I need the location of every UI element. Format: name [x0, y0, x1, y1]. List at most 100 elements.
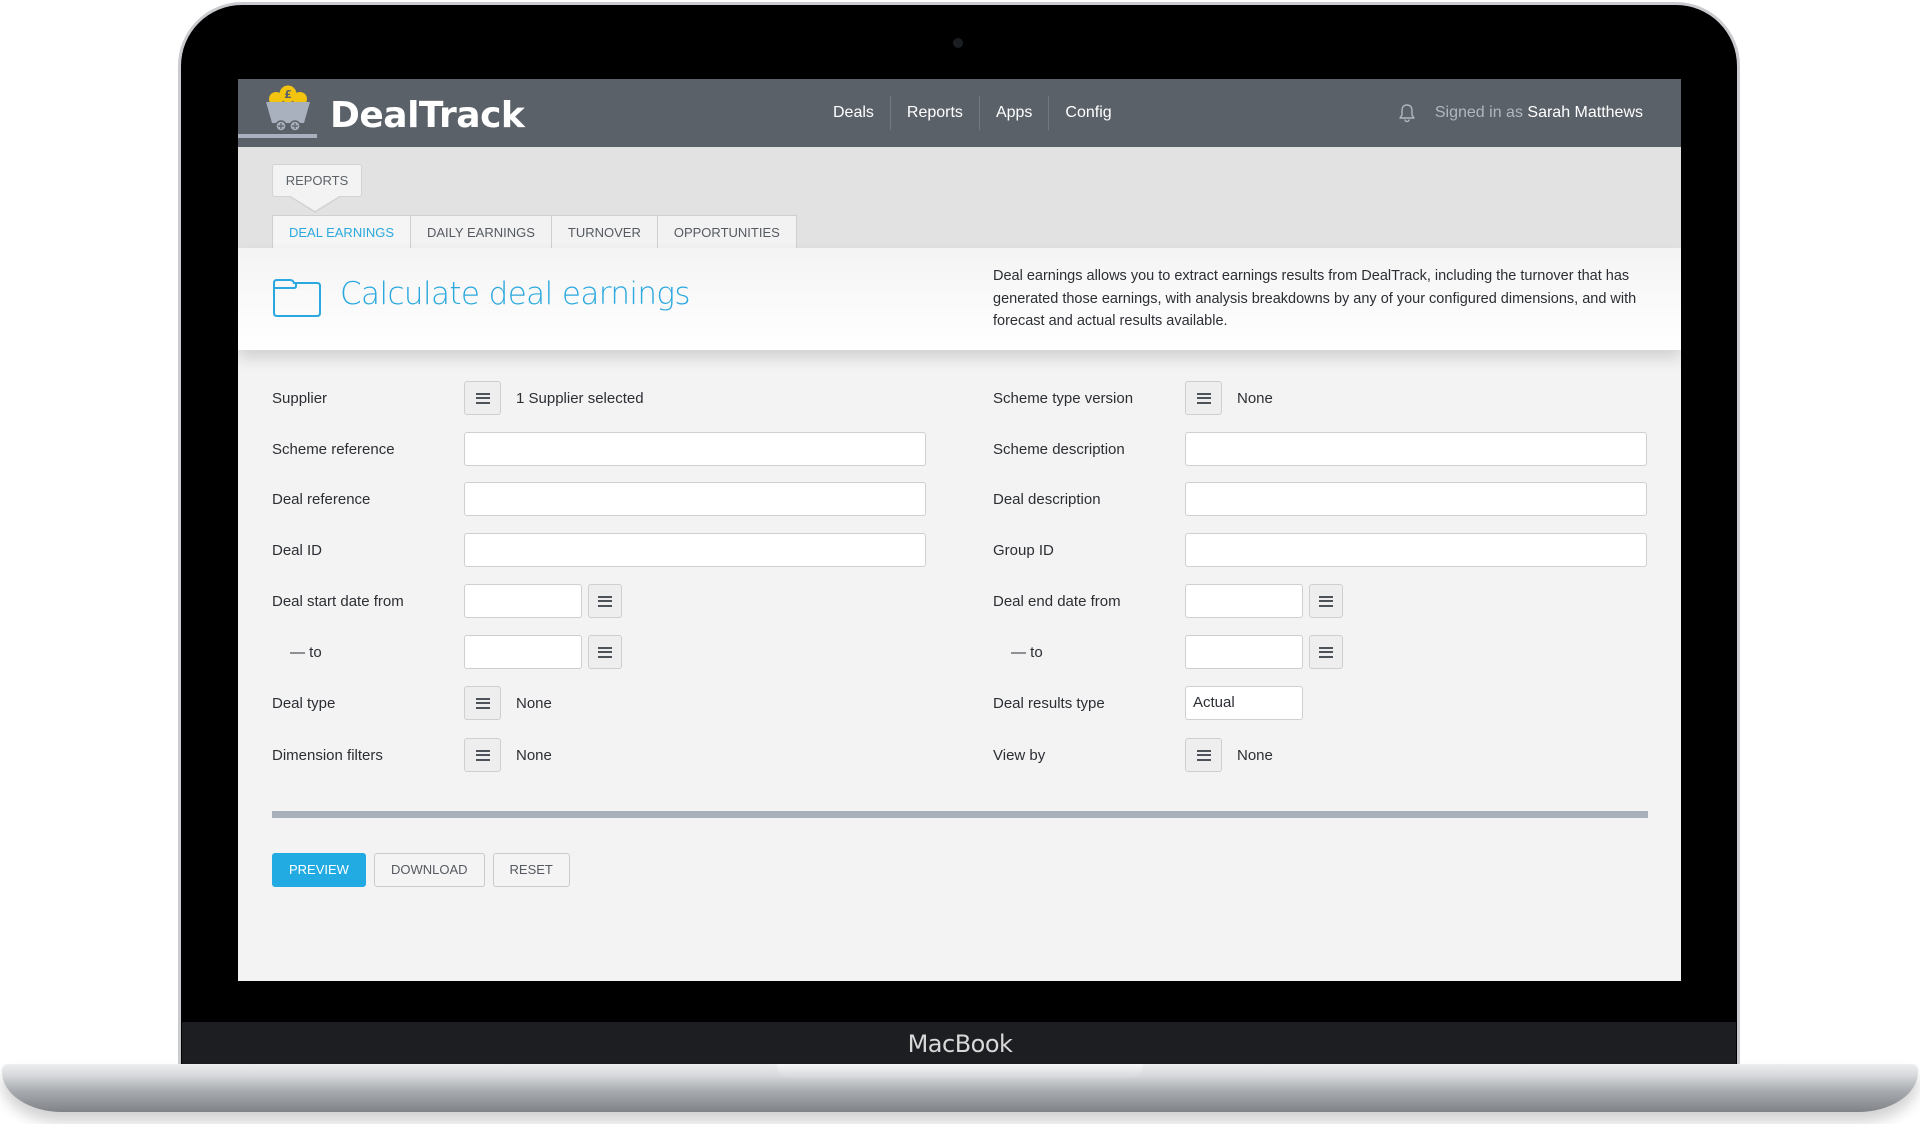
nav-deals[interactable]: Deals	[817, 96, 890, 130]
deal-start-to-calendar-button[interactable]	[588, 635, 622, 669]
section-bar: REPORTS DEAL EARNINGS DAILY EARNINGS TUR…	[238, 147, 1681, 249]
field-deal-type: Deal type None	[272, 686, 972, 720]
list-icon	[475, 392, 490, 404]
page-description: Deal earnings allows you to extract earn…	[993, 268, 1637, 329]
tab-opportunities[interactable]: OPPORTUNITIES	[656, 215, 797, 248]
view-by-label: View by	[993, 746, 1046, 764]
deal-id-label: Deal ID	[272, 541, 323, 559]
list-icon	[598, 595, 612, 607]
app-screen: £ DealTrack Deals Reports Apps Config Si…	[238, 79, 1681, 981]
report-tabs: DEAL EARNINGS DAILY EARNINGS TURNOVER OP…	[272, 215, 797, 249]
folder-icon	[273, 279, 321, 317]
field-scheme-reference: Scheme reference	[272, 432, 972, 466]
list-icon	[475, 749, 490, 761]
nav-config[interactable]: Config	[1048, 96, 1127, 130]
deal-start-to-label: — to	[290, 643, 322, 661]
deal-type-label: Deal type	[272, 694, 336, 712]
app-logo[interactable]: £ DealTrack	[238, 85, 525, 141]
tab-deal-earnings[interactable]: DEAL EARNINGS	[272, 215, 411, 249]
section-pointer-fill	[289, 195, 341, 211]
scheme-type-version-picker-button[interactable]	[1185, 381, 1222, 415]
supplier-value: 1 Supplier selected	[516, 389, 644, 407]
preview-button[interactable]: PREVIEW	[272, 853, 366, 887]
field-group-id: Group ID	[993, 533, 1681, 567]
field-dimension-filters: Dimension filters None	[272, 738, 972, 772]
deal-results-type-label: Deal results type	[993, 694, 1105, 712]
page-title: Calculate deal earnings	[340, 276, 691, 312]
user-area: Signed in as Sarah Matthews	[1397, 79, 1643, 147]
supplier-picker-button[interactable]	[464, 381, 501, 415]
list-icon	[1319, 595, 1333, 607]
nav-reports[interactable]: Reports	[889, 96, 979, 130]
field-deal-start-from: Deal start date from	[272, 584, 972, 618]
field-deal-description: Deal description	[993, 482, 1681, 516]
field-scheme-description: Scheme description	[993, 432, 1681, 466]
form-divider	[272, 811, 1648, 818]
tab-turnover[interactable]: TURNOVER	[550, 215, 658, 248]
view-by-value: None	[1237, 746, 1273, 764]
deal-start-from-input[interactable]	[464, 584, 582, 618]
deal-reference-label: Deal reference	[272, 490, 371, 508]
bell-icon[interactable]	[1397, 103, 1417, 123]
list-icon	[598, 646, 612, 658]
tab-daily-earnings[interactable]: DAILY EARNINGS	[410, 215, 552, 248]
deal-end-to-label: — to	[1011, 643, 1043, 661]
deal-end-from-label: Deal end date from	[993, 592, 1121, 610]
svg-text:£: £	[284, 88, 292, 101]
signed-in-status: Signed in as Sarah Matthews	[1435, 104, 1643, 122]
scheme-reference-label: Scheme reference	[272, 440, 395, 458]
deal-start-to-input[interactable]	[464, 635, 582, 669]
deal-start-from-calendar-button[interactable]	[588, 584, 622, 618]
deal-reference-input[interactable]	[464, 482, 926, 516]
deal-type-picker-button[interactable]	[464, 686, 501, 720]
section-label-reports: REPORTS	[272, 164, 362, 197]
deal-description-label: Deal description	[993, 490, 1101, 508]
supplier-label: Supplier	[272, 389, 328, 407]
page-header-panel: Calculate deal earnings Deal earnings al…	[238, 248, 1681, 350]
download-button[interactable]: DOWNLOAD	[373, 853, 485, 887]
camera	[953, 38, 963, 48]
scheme-reference-input[interactable]	[464, 432, 926, 466]
reset-button[interactable]: RESET	[492, 853, 570, 887]
deal-start-from-label: Deal start date from	[272, 592, 404, 610]
device-brand-label: MacBook	[907, 1030, 1013, 1058]
nav-apps[interactable]: Apps	[978, 96, 1048, 130]
scheme-description-label: Scheme description	[993, 440, 1125, 458]
app-name: DealTrack	[330, 95, 525, 136]
field-deal-id: Deal ID	[272, 533, 972, 567]
list-icon	[1196, 749, 1211, 761]
laptop-notch	[777, 1064, 1143, 1078]
form-actions: PREVIEW DOWNLOAD RESET	[272, 853, 570, 887]
scheme-type-version-label: Scheme type version	[993, 389, 1134, 407]
user-name[interactable]: Sarah Matthews	[1527, 104, 1643, 121]
field-deal-start-to: — to	[272, 635, 972, 669]
field-deal-end-to: — to	[993, 635, 1681, 669]
list-icon	[1319, 646, 1333, 658]
scheme-type-version-value: None	[1237, 389, 1273, 407]
list-icon	[1196, 392, 1211, 404]
deal-type-value: None	[516, 694, 552, 712]
group-id-input[interactable]	[1185, 533, 1647, 567]
main-nav: Deals Reports Apps Config	[817, 79, 1128, 147]
deal-end-from-input[interactable]	[1185, 584, 1303, 618]
dimension-filters-picker-button[interactable]	[464, 738, 501, 772]
field-deal-reference: Deal reference	[272, 482, 972, 516]
signed-in-prefix: Signed in as	[1434, 104, 1523, 121]
view-by-picker-button[interactable]	[1185, 738, 1222, 772]
deal-id-input[interactable]	[464, 533, 926, 567]
mine-cart-coins-icon: £	[266, 85, 310, 132]
field-supplier: Supplier 1 Supplier selected	[272, 381, 972, 415]
field-deal-results-type: Deal results type Actual	[993, 686, 1681, 720]
top-navigation-bar: £ DealTrack Deals Reports Apps Config Si…	[238, 79, 1681, 147]
deal-description-input[interactable]	[1185, 482, 1647, 516]
deal-results-type-select[interactable]: Actual	[1185, 686, 1303, 720]
scheme-description-input[interactable]	[1185, 432, 1647, 466]
deal-end-to-input[interactable]	[1185, 635, 1303, 669]
list-icon	[475, 697, 490, 709]
deal-end-to-calendar-button[interactable]	[1309, 635, 1343, 669]
group-id-label: Group ID	[993, 541, 1054, 559]
dimension-filters-value: None	[516, 746, 552, 764]
deal-end-from-calendar-button[interactable]	[1309, 584, 1343, 618]
field-scheme-type-version: Scheme type version None	[993, 381, 1681, 415]
field-view-by: View by None	[993, 738, 1681, 772]
